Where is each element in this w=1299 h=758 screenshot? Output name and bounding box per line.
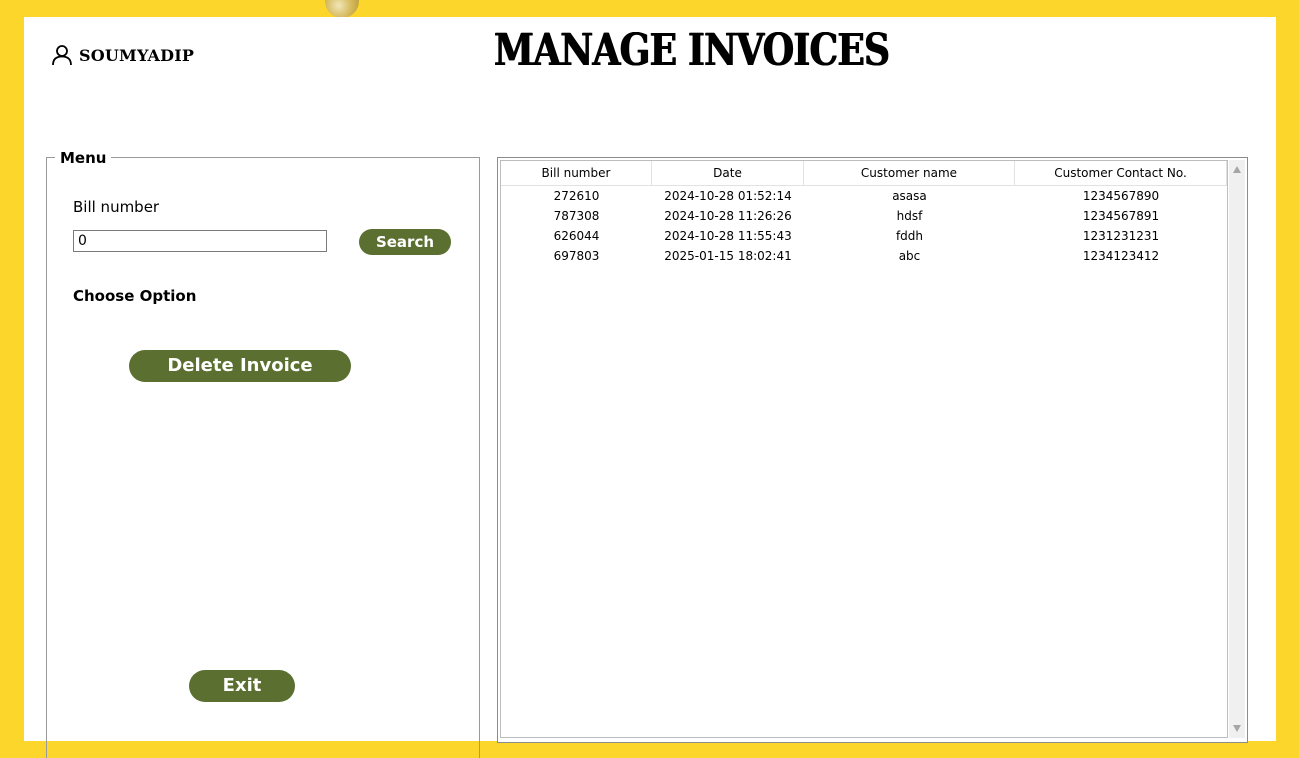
column-header-bill-number[interactable]: Bill number	[501, 161, 652, 185]
bill-number-input[interactable]	[73, 230, 327, 252]
cell-contact-no: 1231231231	[1082, 229, 1160, 243]
cell-customer-name: abc	[898, 249, 921, 263]
cell-contact-no: 1234567891	[1082, 209, 1160, 223]
cell-date: 2024-10-28 11:26:26	[664, 209, 792, 223]
table-row[interactable]: 272610 2024-10-28 01:52:14 asasa 1234567…	[501, 186, 1227, 206]
invoice-grid-container: Bill number Date Customer name Customer …	[497, 157, 1248, 743]
table-row[interactable]: 697803 2025-01-15 18:02:41 abc 123412341…	[501, 246, 1227, 266]
cell-bill-number: 626044	[553, 229, 600, 243]
user-icon	[51, 44, 73, 66]
column-header-date[interactable]: Date	[652, 161, 804, 185]
cell-bill-number: 697803	[553, 249, 600, 263]
bill-number-label: Bill number	[73, 198, 160, 216]
table-row[interactable]: 626044 2024-10-28 11:55:43 fddh 12312312…	[501, 226, 1227, 246]
table-row[interactable]: 787308 2024-10-28 11:26:26 hdsf 12345678…	[501, 206, 1227, 226]
vertical-scrollbar[interactable]	[1229, 160, 1245, 738]
invoice-grid[interactable]: Bill number Date Customer name Customer …	[500, 160, 1228, 738]
cell-bill-number: 272610	[553, 189, 600, 203]
user-name: SOUMYADIP	[79, 45, 195, 65]
cell-date: 2024-10-28 11:55:43	[664, 229, 792, 243]
cell-customer-name: hdsf	[896, 209, 923, 223]
cell-customer-name: fddh	[895, 229, 924, 243]
column-header-customer-name[interactable]: Customer name	[804, 161, 1015, 185]
cell-bill-number: 787308	[553, 209, 600, 223]
cell-contact-no: 1234123412	[1082, 249, 1160, 263]
delete-invoice-button[interactable]: Delete Invoice	[129, 350, 351, 382]
scroll-down-arrow-icon[interactable]	[1233, 725, 1241, 732]
cell-contact-no: 1234567890	[1082, 189, 1160, 203]
scroll-up-arrow-icon[interactable]	[1233, 166, 1241, 173]
cell-date: 2024-10-28 01:52:14	[664, 189, 792, 203]
column-header-contact-no[interactable]: Customer Contact No.	[1015, 161, 1227, 185]
exit-button[interactable]: Exit	[189, 670, 295, 702]
main-panel: SOUMYADIP MANAGE INVOICES Menu Bill numb…	[24, 17, 1276, 758]
page-title: MANAGE INVOICES	[494, 25, 890, 76]
cell-customer-name: asasa	[892, 189, 927, 203]
menu-legend: Menu	[55, 149, 112, 167]
background-decoration	[325, 0, 359, 18]
user-badge: SOUMYADIP	[51, 44, 194, 66]
menu-group: Menu Bill number Search Choose Option De…	[46, 149, 480, 758]
cell-date: 2025-01-15 18:02:41	[664, 249, 792, 263]
grid-header: Bill number Date Customer name Customer …	[501, 161, 1227, 186]
choose-option-label: Choose Option	[73, 287, 197, 305]
search-button[interactable]: Search	[359, 229, 451, 255]
